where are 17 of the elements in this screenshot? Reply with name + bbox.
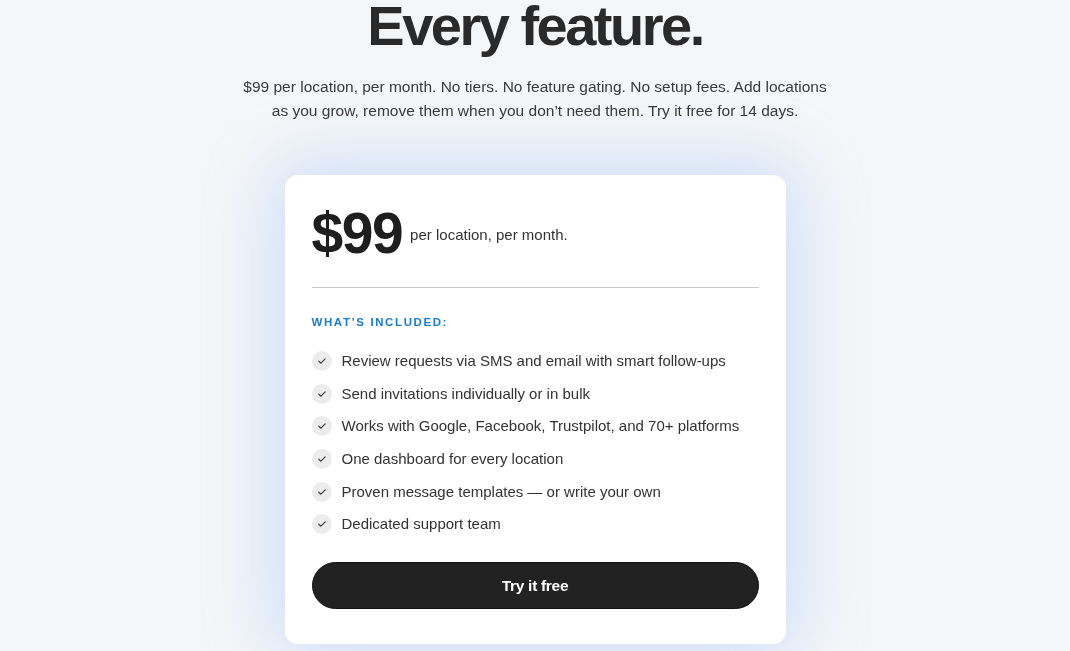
check-icon	[311, 449, 332, 470]
feature-text: Send invitations individually or in bulk	[341, 383, 590, 404]
features-heading: WHAT’S INCLUDED:	[311, 315, 450, 330]
try-free-button[interactable]: Try it free	[311, 562, 759, 610]
pricing-description: $99 per location, per month. No tiers. No feature gating. No setup fees. Add locations as you grow, remove them when you don’t need them. Try it free for 14 days.	[242, 77, 828, 121]
check-icon	[311, 514, 332, 535]
check-icon	[311, 351, 332, 371]
price: $99	[311, 205, 403, 262]
price-note: per location, per month.	[410, 224, 568, 245]
feature-text: One dashboard for every location	[341, 449, 564, 470]
feature-text: Dedicated support team	[341, 514, 501, 535]
check-icon	[311, 481, 332, 502]
feature-text: Works with Google, Facebook, Trustpilot, and 70+ platforms	[341, 416, 740, 437]
feature-text: Review requests via SMS and email with smart follow-ups	[341, 351, 726, 371]
check-icon	[311, 383, 332, 404]
check-icon	[311, 416, 332, 437]
feature-text: Proven message templates — or write your own	[341, 481, 661, 502]
